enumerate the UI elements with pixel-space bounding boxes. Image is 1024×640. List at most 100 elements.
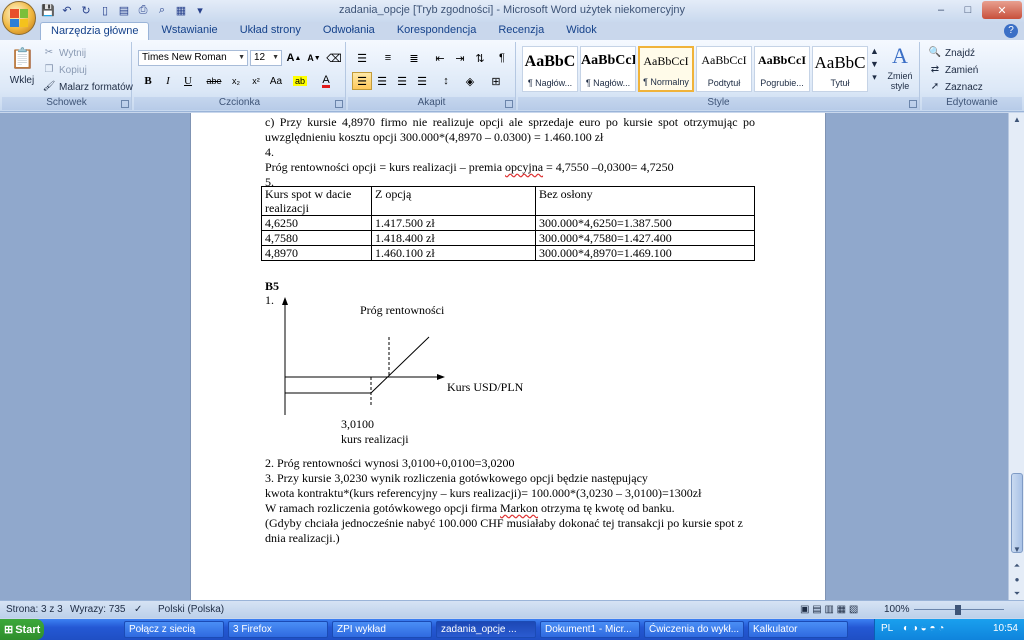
- align-center-icon: ☰: [377, 75, 387, 88]
- bullets-button[interactable]: ☰: [352, 49, 372, 67]
- multilevel-list-button[interactable]: ≣: [404, 49, 424, 67]
- clear-formatting-button[interactable]: ⌫: [324, 49, 344, 67]
- styles-launcher-icon[interactable]: [909, 100, 917, 108]
- tab-insert[interactable]: Wstawianie: [151, 22, 227, 40]
- style-strong[interactable]: AaBbCcI Pogrubie...: [754, 46, 810, 92]
- style-heading1[interactable]: AaBbC ¶ Nagłów...: [522, 46, 578, 92]
- style-title[interactable]: AaBbC Tytuł: [812, 46, 868, 92]
- strike-value: 3,0100: [341, 417, 374, 431]
- browse-object-icon[interactable]: ●: [1010, 573, 1024, 587]
- styles-scroll[interactable]: ▲ ▼ ▾: [870, 46, 879, 83]
- tray-icons[interactable]: ◐ ◑ ◒ ◓ ◔: [903, 623, 944, 634]
- style-subtitle[interactable]: AaBbCcI Podtytuł: [696, 46, 752, 92]
- maximize-button[interactable]: □: [955, 1, 981, 19]
- sort-button[interactable]: ⇅: [470, 49, 490, 67]
- clipboard-launcher-icon[interactable]: [121, 100, 129, 108]
- tab-references[interactable]: Odwołania: [313, 22, 385, 40]
- task-firefox[interactable]: 3 Firefox: [228, 621, 328, 638]
- page-indicator[interactable]: Strona: 3 z 3: [6, 604, 63, 615]
- tab-home[interactable]: Narzędzia główne: [40, 22, 150, 40]
- align-right-button[interactable]: ☰: [392, 72, 412, 90]
- bullets-icon: ☰: [357, 52, 367, 65]
- underline-button[interactable]: U: [178, 72, 198, 90]
- bold-button[interactable]: B: [138, 72, 158, 90]
- copy-button[interactable]: ❐ Kopiuj: [42, 63, 87, 77]
- show-marks-button[interactable]: ¶: [492, 49, 512, 67]
- close-button[interactable]: ✕: [982, 1, 1022, 19]
- ribbon: 📋 Wklej ✂ Wytnij ❐ Kopiuj 🖌 Malarz forma…: [0, 40, 1024, 112]
- font-color-button[interactable]: A: [316, 72, 336, 90]
- replace-button[interactable]: ⇄ Zamień: [928, 63, 979, 77]
- align-left-button[interactable]: ☰: [352, 72, 372, 90]
- font-launcher-icon[interactable]: [335, 100, 343, 108]
- change-case-button[interactable]: Aa: [266, 72, 286, 90]
- clipboard-icon: 📋: [10, 48, 35, 70]
- zoom-slider-handle[interactable]: [955, 605, 961, 615]
- task-exercises[interactable]: Ćwiczenia do wykł...: [644, 621, 744, 638]
- increase-indent-button[interactable]: ⇥: [450, 49, 470, 67]
- font-color-icon: A: [322, 73, 330, 88]
- task-document1[interactable]: Dokument1 - Micr...: [540, 621, 640, 638]
- spellcheck-icon[interactable]: ✓: [134, 604, 142, 615]
- prev-page-icon[interactable]: ⏶: [1010, 559, 1024, 573]
- document-area[interactable]: c) Przy kursie 4,8970 firmo nie realizuj…: [0, 113, 1008, 600]
- find-button[interactable]: 🔍 Znajdź: [928, 46, 975, 60]
- item-1: 1.: [265, 293, 274, 307]
- input-language[interactable]: PL: [881, 623, 893, 634]
- borders-button[interactable]: ⊞: [486, 72, 506, 90]
- x-axis-arrow: [437, 374, 445, 380]
- word-count[interactable]: Wyrazy: 735: [70, 604, 125, 615]
- help-icon[interactable]: ?: [1004, 24, 1018, 38]
- numbering-button[interactable]: ≡: [378, 49, 398, 67]
- start-button[interactable]: ⊞ Start: [0, 619, 44, 640]
- vertical-scrollbar[interactable]: ▲ ▼ ⏶ ● ⏷: [1008, 113, 1024, 600]
- style-heading2[interactable]: AaBbCcI ¶ Nagłów...: [580, 46, 636, 92]
- view-buttons[interactable]: ▣ ▤ ▥ ▦ ▧: [800, 604, 858, 615]
- subscript-button[interactable]: x₂: [226, 72, 246, 90]
- table-cell: 300.000*4,6250=1.387.500: [535, 215, 755, 231]
- task-word-active[interactable]: zadania_opcje ...: [436, 621, 536, 638]
- binoculars-icon: 🔍: [928, 47, 942, 58]
- font-name-combo[interactable]: Times New Roman ▼: [138, 50, 248, 66]
- next-page-icon[interactable]: ⏷: [1010, 587, 1024, 601]
- line-spacing-button[interactable]: ↕: [436, 72, 456, 90]
- paragraph-launcher-icon[interactable]: [505, 100, 513, 108]
- more-styles-icon: ▾: [872, 72, 877, 82]
- highlight-button[interactable]: ab: [290, 72, 310, 90]
- tab-mailings[interactable]: Korespondencja: [387, 22, 487, 40]
- language-indicator[interactable]: Polski (Polska): [158, 604, 224, 615]
- scissors-icon: ✂: [44, 47, 54, 58]
- styles-group: AaBbC ¶ Nagłów... AaBbCcI ¶ Nagłów... Aa…: [518, 42, 920, 110]
- italic-button[interactable]: I: [158, 72, 178, 90]
- change-styles-button[interactable]: A Zmień style: [882, 44, 918, 92]
- task-zpi[interactable]: ZPI wykład: [332, 621, 432, 638]
- minimize-button[interactable]: –: [928, 1, 954, 19]
- scroll-down-icon[interactable]: ▼: [1010, 543, 1024, 557]
- justify-button[interactable]: ☰: [412, 72, 432, 90]
- shading-button[interactable]: ◈: [460, 72, 480, 90]
- shrink-font-button[interactable]: A ▼: [304, 49, 324, 67]
- tab-review[interactable]: Recenzja: [488, 22, 554, 40]
- document-page[interactable]: c) Przy kursie 4,8970 firmo nie realizuj…: [190, 113, 826, 600]
- strikethrough-button[interactable]: abe: [204, 72, 224, 90]
- task-calculator[interactable]: Kalkulator: [748, 621, 848, 638]
- zoom-level[interactable]: 100%: [884, 604, 910, 615]
- grow-font-button[interactable]: A ▲: [284, 49, 304, 67]
- font-size-combo[interactable]: 12 ▼: [250, 50, 282, 66]
- cut-button[interactable]: ✂ Wytnij: [42, 46, 86, 60]
- decrease-indent-button[interactable]: ⇤: [430, 49, 450, 67]
- scroll-up-icon[interactable]: ▲: [1010, 113, 1024, 127]
- select-button[interactable]: ➚ Zaznacz: [928, 80, 983, 94]
- tab-view[interactable]: Widok: [556, 22, 607, 40]
- style-normal[interactable]: AaBbCcI ¶ Normalny: [638, 46, 694, 92]
- task-network[interactable]: Połącz z siecią: [124, 621, 224, 638]
- scroll-thumb[interactable]: [1011, 473, 1023, 553]
- format-painter-button[interactable]: 🖌 Malarz formatów: [42, 80, 133, 94]
- office-button[interactable]: [2, 1, 36, 35]
- table-cell: 1.418.400 zł: [371, 230, 536, 246]
- tab-page-layout[interactable]: Układ strony: [230, 22, 311, 40]
- superscript-button[interactable]: x²: [246, 72, 266, 90]
- align-center-button[interactable]: ☰: [372, 72, 392, 90]
- diagram-x-label: Kurs USD/PLN: [447, 380, 524, 394]
- paste-button[interactable]: 📋 Wklej: [8, 46, 36, 86]
